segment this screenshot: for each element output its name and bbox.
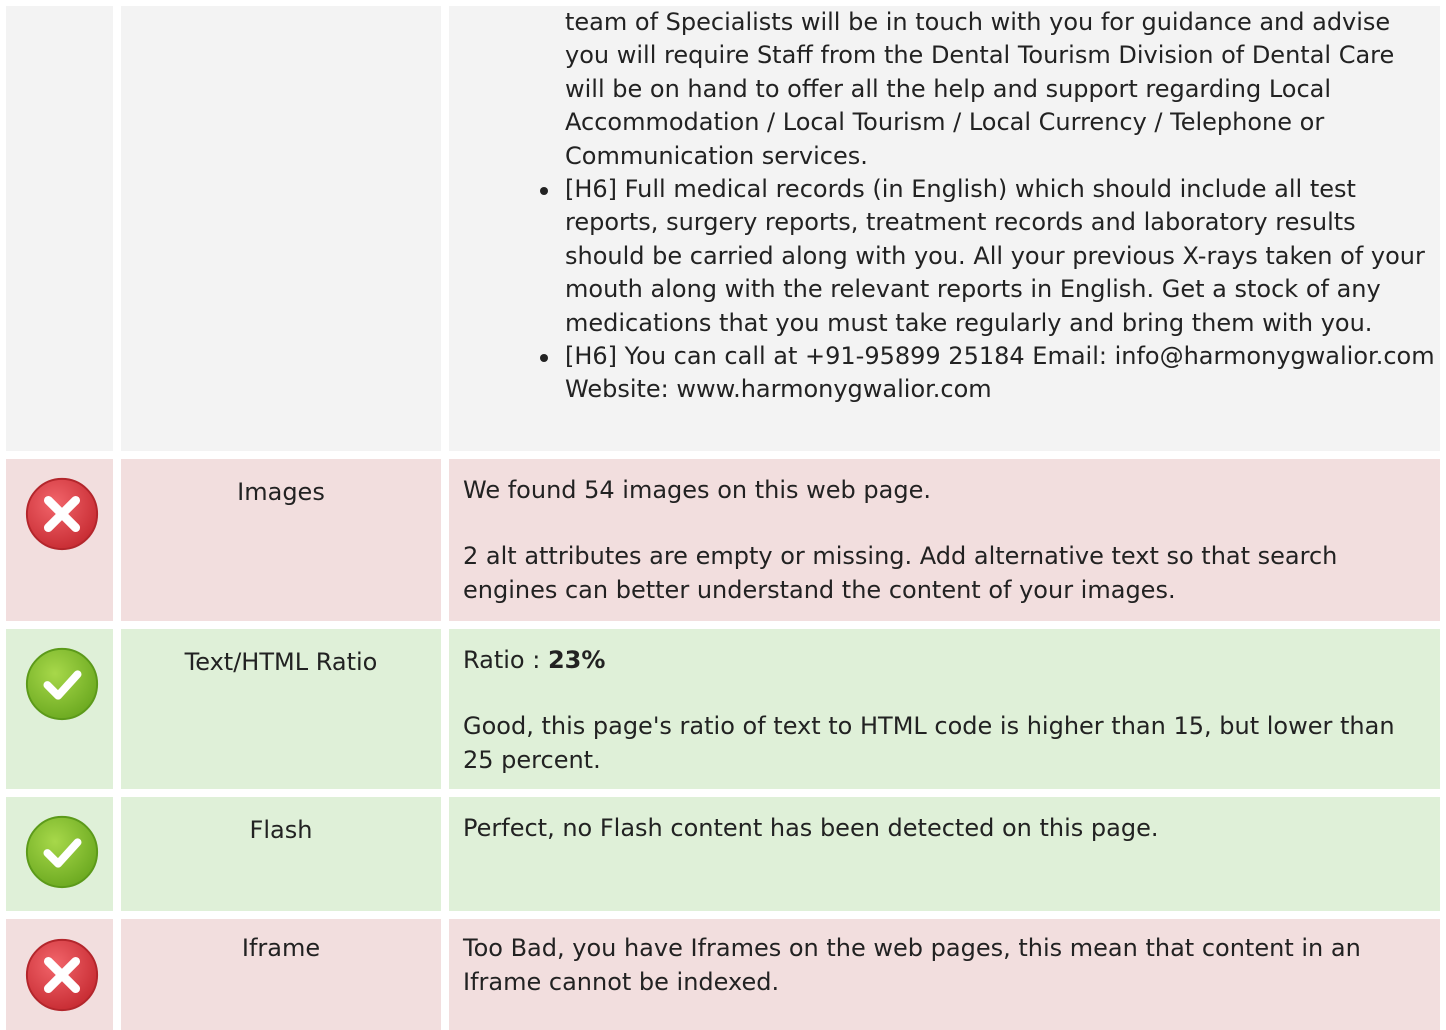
headings-content-cell: team of Specialists will be in touch wit… <box>449 6 1440 451</box>
check-content-cell: Too Bad, you have Iframes on the web pag… <box>449 919 1440 1030</box>
headings-list-item: [H6] Full medical records (in English) w… <box>449 173 1440 340</box>
ratio-line: Ratio : 23% <box>463 643 1426 677</box>
check-row-images: Images We found 54 images on this web pa… <box>0 459 1446 621</box>
check-label: Iframe <box>241 934 321 962</box>
check-label: Flash <box>249 816 313 844</box>
ratio-value: 23% <box>547 646 606 674</box>
check-label-cell: Flash <box>121 797 441 911</box>
check-row-text-html-ratio: Text/HTML Ratio Ratio : 23% Good, this p… <box>0 629 1446 789</box>
headings-list: team of Specialists will be in touch wit… <box>449 6 1440 407</box>
check-label: Text/HTML Ratio <box>184 648 378 676</box>
check-label-cell: Images <box>121 459 441 621</box>
check-content-cell: We found 54 images on this web page. 2 a… <box>449 459 1440 621</box>
check-label: Images <box>237 478 325 506</box>
status-icon-cell <box>6 797 113 911</box>
headings-row: team of Specialists will be in touch wit… <box>0 0 1446 451</box>
check-paragraph: Good, this page's ratio of text to HTML … <box>463 712 1395 774</box>
headings-label-cell <box>121 6 441 451</box>
check-row-flash: Flash Perfect, no Flash content has been… <box>0 797 1446 911</box>
x-circle-icon <box>25 938 99 1012</box>
status-icon-cell <box>6 919 113 1030</box>
check-row-iframe: Iframe Too Bad, you have Iframes on the … <box>0 919 1446 1030</box>
check-circle-icon <box>25 647 99 721</box>
status-icon-cell <box>6 629 113 789</box>
check-content-cell: Ratio : 23% Good, this page's ratio of t… <box>449 629 1440 789</box>
headings-list-continued: team of Specialists will be in touch wit… <box>565 8 1395 170</box>
check-content-cell: Perfect, no Flash content has been detec… <box>449 797 1440 911</box>
x-circle-icon <box>25 477 99 551</box>
check-label-cell: Text/HTML Ratio <box>121 629 441 789</box>
check-label-cell: Iframe <box>121 919 441 1030</box>
check-paragraph: Perfect, no Flash content has been detec… <box>463 814 1159 842</box>
check-paragraph: 2 alt attributes are empty or missing. A… <box>463 542 1338 604</box>
check-paragraph: Too Bad, you have Iframes on the web pag… <box>463 934 1361 996</box>
check-paragraph: We found 54 images on this web page. <box>463 476 931 504</box>
ratio-prefix: Ratio : <box>463 646 548 674</box>
headings-icon-cell <box>6 6 113 451</box>
check-circle-icon <box>25 815 99 889</box>
status-icon-cell <box>6 459 113 621</box>
headings-list-item: [H6] You can call at +91-95899 25184 Ema… <box>449 340 1440 407</box>
